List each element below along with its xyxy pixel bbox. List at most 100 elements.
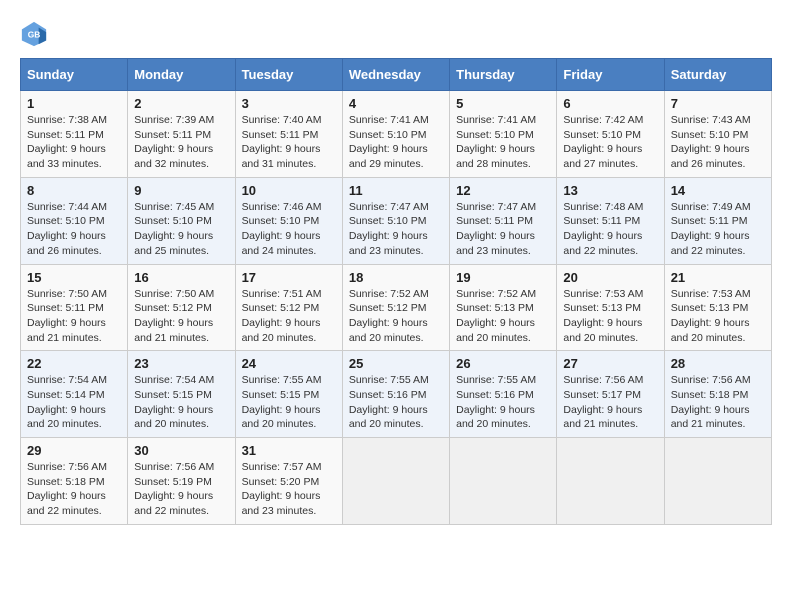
calendar-cell: 8 Sunrise: 7:44 AMSunset: 5:10 PMDayligh… (21, 177, 128, 264)
calendar-cell: 23 Sunrise: 7:54 AMSunset: 5:15 PMDaylig… (128, 351, 235, 438)
calendar-cell: 2 Sunrise: 7:39 AMSunset: 5:11 PMDayligh… (128, 91, 235, 178)
day-number: 10 (242, 183, 336, 198)
weekday-header: Sunday (21, 59, 128, 91)
calendar-header: SundayMondayTuesdayWednesdayThursdayFrid… (21, 59, 772, 91)
day-number: 27 (563, 356, 657, 371)
calendar-week-row: 22 Sunrise: 7:54 AMSunset: 5:14 PMDaylig… (21, 351, 772, 438)
day-number: 23 (134, 356, 228, 371)
calendar-cell: 9 Sunrise: 7:45 AMSunset: 5:10 PMDayligh… (128, 177, 235, 264)
weekday-header: Wednesday (342, 59, 449, 91)
calendar-cell: 25 Sunrise: 7:55 AMSunset: 5:16 PMDaylig… (342, 351, 449, 438)
day-number: 30 (134, 443, 228, 458)
calendar-cell: 31 Sunrise: 7:57 AMSunset: 5:20 PMDaylig… (235, 438, 342, 525)
day-info: Sunrise: 7:56 AMSunset: 5:17 PMDaylight:… (563, 374, 643, 430)
day-number: 1 (27, 96, 121, 111)
calendar-cell: 11 Sunrise: 7:47 AMSunset: 5:10 PMDaylig… (342, 177, 449, 264)
day-info: Sunrise: 7:50 AMSunset: 5:12 PMDaylight:… (134, 288, 214, 344)
calendar-cell (450, 438, 557, 525)
weekday-header: Monday (128, 59, 235, 91)
day-info: Sunrise: 7:55 AMSunset: 5:16 PMDaylight:… (349, 374, 429, 430)
calendar-cell: 24 Sunrise: 7:55 AMSunset: 5:15 PMDaylig… (235, 351, 342, 438)
day-info: Sunrise: 7:54 AMSunset: 5:15 PMDaylight:… (134, 374, 214, 430)
calendar-cell: 5 Sunrise: 7:41 AMSunset: 5:10 PMDayligh… (450, 91, 557, 178)
calendar-cell: 1 Sunrise: 7:38 AMSunset: 5:11 PMDayligh… (21, 91, 128, 178)
day-number: 17 (242, 270, 336, 285)
weekday-header-row: SundayMondayTuesdayWednesdayThursdayFrid… (21, 59, 772, 91)
day-info: Sunrise: 7:41 AMSunset: 5:10 PMDaylight:… (456, 114, 536, 170)
day-info: Sunrise: 7:40 AMSunset: 5:11 PMDaylight:… (242, 114, 322, 170)
day-number: 2 (134, 96, 228, 111)
day-number: 13 (563, 183, 657, 198)
day-number: 20 (563, 270, 657, 285)
day-info: Sunrise: 7:54 AMSunset: 5:14 PMDaylight:… (27, 374, 107, 430)
weekday-header: Friday (557, 59, 664, 91)
day-number: 22 (27, 356, 121, 371)
calendar-cell: 22 Sunrise: 7:54 AMSunset: 5:14 PMDaylig… (21, 351, 128, 438)
day-info: Sunrise: 7:50 AMSunset: 5:11 PMDaylight:… (27, 288, 107, 344)
day-number: 24 (242, 356, 336, 371)
day-number: 15 (27, 270, 121, 285)
day-info: Sunrise: 7:55 AMSunset: 5:16 PMDaylight:… (456, 374, 536, 430)
day-info: Sunrise: 7:47 AMSunset: 5:10 PMDaylight:… (349, 201, 429, 257)
calendar-cell: 13 Sunrise: 7:48 AMSunset: 5:11 PMDaylig… (557, 177, 664, 264)
day-info: Sunrise: 7:47 AMSunset: 5:11 PMDaylight:… (456, 201, 536, 257)
day-number: 14 (671, 183, 765, 198)
day-info: Sunrise: 7:39 AMSunset: 5:11 PMDaylight:… (134, 114, 214, 170)
weekday-header: Saturday (664, 59, 771, 91)
logo: GB (20, 20, 52, 48)
day-info: Sunrise: 7:52 AMSunset: 5:12 PMDaylight:… (349, 288, 429, 344)
calendar-cell: 3 Sunrise: 7:40 AMSunset: 5:11 PMDayligh… (235, 91, 342, 178)
day-number: 11 (349, 183, 443, 198)
day-number: 6 (563, 96, 657, 111)
day-info: Sunrise: 7:44 AMSunset: 5:10 PMDaylight:… (27, 201, 107, 257)
day-number: 26 (456, 356, 550, 371)
calendar-week-row: 29 Sunrise: 7:56 AMSunset: 5:18 PMDaylig… (21, 438, 772, 525)
day-number: 12 (456, 183, 550, 198)
calendar-cell: 26 Sunrise: 7:55 AMSunset: 5:16 PMDaylig… (450, 351, 557, 438)
calendar-cell: 14 Sunrise: 7:49 AMSunset: 5:11 PMDaylig… (664, 177, 771, 264)
calendar-cell: 28 Sunrise: 7:56 AMSunset: 5:18 PMDaylig… (664, 351, 771, 438)
day-info: Sunrise: 7:46 AMSunset: 5:10 PMDaylight:… (242, 201, 322, 257)
day-info: Sunrise: 7:51 AMSunset: 5:12 PMDaylight:… (242, 288, 322, 344)
day-number: 3 (242, 96, 336, 111)
calendar-week-row: 1 Sunrise: 7:38 AMSunset: 5:11 PMDayligh… (21, 91, 772, 178)
day-info: Sunrise: 7:42 AMSunset: 5:10 PMDaylight:… (563, 114, 643, 170)
weekday-header: Tuesday (235, 59, 342, 91)
calendar-cell: 12 Sunrise: 7:47 AMSunset: 5:11 PMDaylig… (450, 177, 557, 264)
day-number: 31 (242, 443, 336, 458)
page-header: GB (20, 20, 772, 48)
day-info: Sunrise: 7:38 AMSunset: 5:11 PMDaylight:… (27, 114, 107, 170)
weekday-header: Thursday (450, 59, 557, 91)
calendar-cell (557, 438, 664, 525)
day-number: 18 (349, 270, 443, 285)
calendar-table: SundayMondayTuesdayWednesdayThursdayFrid… (20, 58, 772, 525)
day-info: Sunrise: 7:56 AMSunset: 5:18 PMDaylight:… (27, 461, 107, 517)
day-info: Sunrise: 7:52 AMSunset: 5:13 PMDaylight:… (456, 288, 536, 344)
calendar-week-row: 8 Sunrise: 7:44 AMSunset: 5:10 PMDayligh… (21, 177, 772, 264)
calendar-week-row: 15 Sunrise: 7:50 AMSunset: 5:11 PMDaylig… (21, 264, 772, 351)
calendar-cell: 10 Sunrise: 7:46 AMSunset: 5:10 PMDaylig… (235, 177, 342, 264)
calendar-cell: 29 Sunrise: 7:56 AMSunset: 5:18 PMDaylig… (21, 438, 128, 525)
calendar-cell: 30 Sunrise: 7:56 AMSunset: 5:19 PMDaylig… (128, 438, 235, 525)
day-info: Sunrise: 7:41 AMSunset: 5:10 PMDaylight:… (349, 114, 429, 170)
day-number: 21 (671, 270, 765, 285)
logo-icon: GB (20, 20, 48, 48)
calendar-cell: 4 Sunrise: 7:41 AMSunset: 5:10 PMDayligh… (342, 91, 449, 178)
day-number: 29 (27, 443, 121, 458)
day-number: 9 (134, 183, 228, 198)
day-info: Sunrise: 7:53 AMSunset: 5:13 PMDaylight:… (671, 288, 751, 344)
calendar-cell: 21 Sunrise: 7:53 AMSunset: 5:13 PMDaylig… (664, 264, 771, 351)
calendar-cell: 15 Sunrise: 7:50 AMSunset: 5:11 PMDaylig… (21, 264, 128, 351)
day-number: 7 (671, 96, 765, 111)
day-info: Sunrise: 7:53 AMSunset: 5:13 PMDaylight:… (563, 288, 643, 344)
calendar-cell: 16 Sunrise: 7:50 AMSunset: 5:12 PMDaylig… (128, 264, 235, 351)
day-info: Sunrise: 7:55 AMSunset: 5:15 PMDaylight:… (242, 374, 322, 430)
day-number: 28 (671, 356, 765, 371)
calendar-cell: 6 Sunrise: 7:42 AMSunset: 5:10 PMDayligh… (557, 91, 664, 178)
day-info: Sunrise: 7:49 AMSunset: 5:11 PMDaylight:… (671, 201, 751, 257)
calendar-cell: 7 Sunrise: 7:43 AMSunset: 5:10 PMDayligh… (664, 91, 771, 178)
day-number: 8 (27, 183, 121, 198)
calendar-cell (664, 438, 771, 525)
calendar-cell: 18 Sunrise: 7:52 AMSunset: 5:12 PMDaylig… (342, 264, 449, 351)
calendar-cell: 17 Sunrise: 7:51 AMSunset: 5:12 PMDaylig… (235, 264, 342, 351)
